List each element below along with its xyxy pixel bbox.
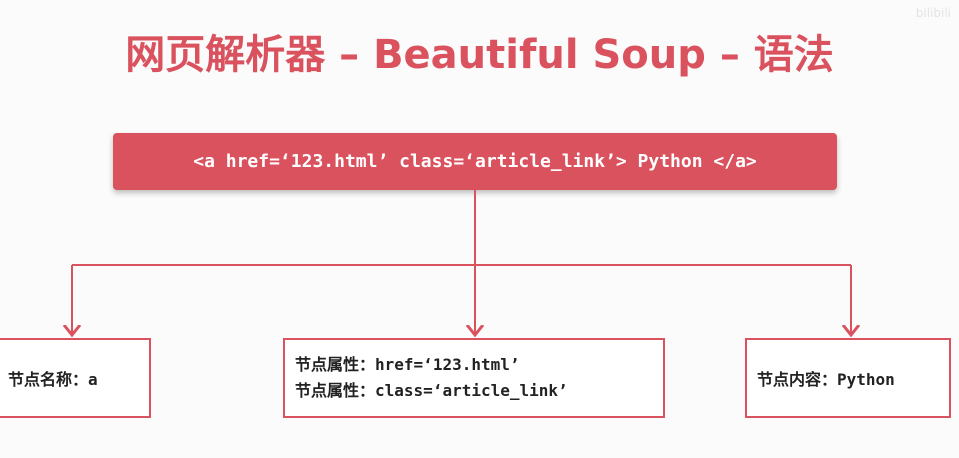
node-name-value: a <box>88 370 98 389</box>
node-content-value: Python <box>837 370 895 389</box>
node-attr1-label: 节点属性： <box>295 355 376 374</box>
node-content-line: 节点内容：Python <box>757 366 949 390</box>
node-name-line: 节点名称：a <box>8 366 149 390</box>
node-content-label: 节点内容： <box>757 370 838 389</box>
node-attr2-value: class=‘article_link’ <box>375 381 568 400</box>
node-attr2-label: 节点属性： <box>295 381 376 400</box>
node-attr-line-2: 节点属性：class=‘article_link’ <box>295 378 663 404</box>
node-name-box: 节点名称：a <box>0 338 151 418</box>
node-attr-box: 节点属性：href=‘123.html’ 节点属性：class=‘article… <box>283 338 665 418</box>
node-attr-line-1: 节点属性：href=‘123.html’ <box>295 352 663 378</box>
node-content-box: 节点内容：Python <box>745 338 951 418</box>
node-name-label: 节点名称： <box>8 370 89 389</box>
node-attr1-value: href=‘123.html’ <box>375 355 520 374</box>
